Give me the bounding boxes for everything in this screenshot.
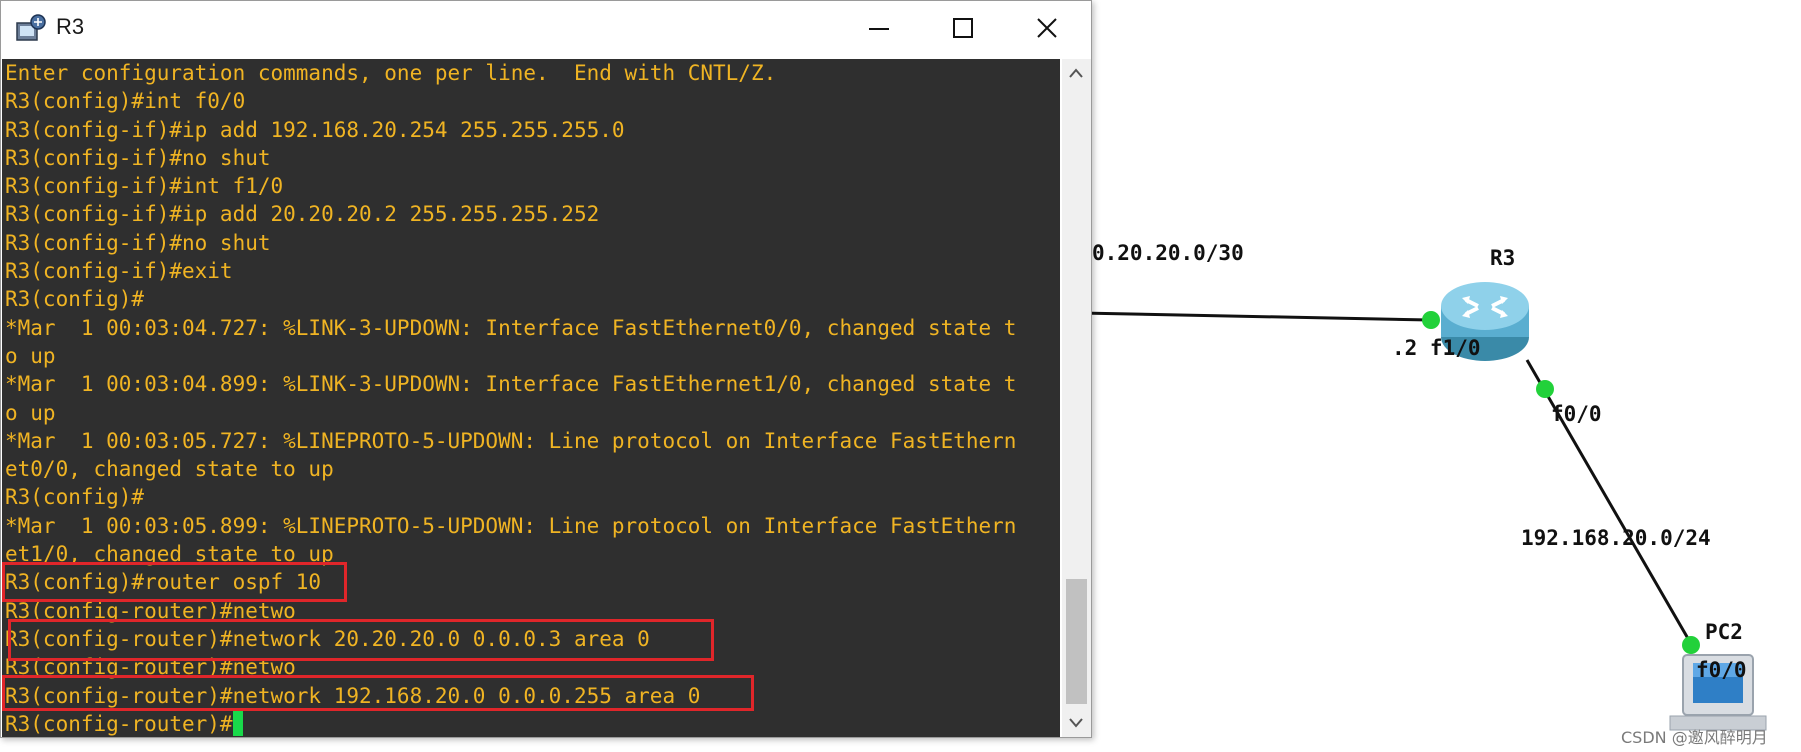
chevron-up-icon <box>1069 68 1083 78</box>
highlight-router-ospf <box>2 562 347 602</box>
port-r3-f0-0 <box>1536 380 1554 398</box>
link-r3-f1-0 <box>1079 311 1431 322</box>
link-label-192-168-20-0: 192.168.20.0/24 <box>1521 526 1711 550</box>
highlight-network-192 <box>2 675 754 711</box>
minimize-icon <box>869 28 889 30</box>
window-title: R3 <box>56 14 85 39</box>
router-interface-f0-label: f0/0 <box>1551 402 1602 426</box>
console-window: R3 Enter configuration commands, one per… <box>0 0 1092 738</box>
router-console-icon <box>16 14 46 41</box>
terminal-line: R3(config)# <box>5 287 145 312</box>
terminal-output[interactable]: Enter configuration commands, one per li… <box>2 59 1060 737</box>
close-button[interactable] <box>1005 1 1089 55</box>
router-interface-f1-label: .2 f1/0 <box>1392 336 1481 360</box>
terminal-line: *Mar 1 00:03:05.727: %LINEPROTO-5-UPDOWN… <box>5 428 1017 453</box>
terminal-line: et0/0, changed state to up <box>5 457 334 482</box>
terminal-line: R3(config-if)#no shut <box>5 230 271 255</box>
pc-name-label[interactable]: PC2 <box>1705 620 1743 644</box>
scroll-thumb[interactable] <box>1066 579 1087 704</box>
minimize-button[interactable] <box>837 1 921 55</box>
terminal-line: *Mar 1 00:03:04.727: %LINK-3-UPDOWN: Int… <box>5 315 1017 340</box>
terminal-line: *Mar 1 00:03:04.899: %LINK-3-UPDOWN: Int… <box>5 372 1017 397</box>
terminal-line: R3(config-if)#no shut <box>5 145 271 170</box>
link-label-20-20-20-0: 0.20.20.0/30 <box>1092 241 1244 265</box>
terminal-line: R3(config-router)# <box>2 710 1060 737</box>
maximize-icon <box>953 18 973 38</box>
terminal-line: *Mar 1 00:03:05.899: %LINEPROTO-5-UPDOWN… <box>5 513 1017 538</box>
title-bar[interactable]: R3 <box>1 1 1091 57</box>
scroll-up-button[interactable] <box>1062 59 1091 87</box>
pc-interface-label: f0/0 <box>1696 658 1747 682</box>
terminal-line: R3(config-if)#ip add 192.168.20.254 255.… <box>5 117 625 142</box>
chevron-down-icon <box>1069 718 1083 728</box>
terminal-line: o up <box>5 343 56 368</box>
terminal-line: o up <box>5 400 56 425</box>
vertical-scrollbar[interactable] <box>1062 59 1091 737</box>
port-r3-f1-0 <box>1422 311 1440 329</box>
router-name-label[interactable]: R3 <box>1490 246 1515 270</box>
watermark: CSDN @邀风醉明月 <box>1621 728 1768 747</box>
terminal-line: R3(config-if)#int f1/0 <box>5 174 284 199</box>
highlight-network-20 <box>8 619 714 661</box>
terminal-line: R3(config-if)#ip add 20.20.20.2 255.255.… <box>5 202 600 227</box>
close-icon <box>1037 18 1057 38</box>
terminal-line: R3(config-if)#exit <box>5 259 233 284</box>
scroll-down-button[interactable] <box>1062 709 1091 737</box>
text-cursor <box>232 710 243 736</box>
port-pc2-f0-0 <box>1682 636 1700 654</box>
terminal-line: R3(config)#int f0/0 <box>5 89 246 114</box>
terminal-line: R3(config)# <box>5 485 145 510</box>
terminal-line: Enter configuration commands, one per li… <box>5 61 777 85</box>
maximize-button[interactable] <box>921 1 1005 55</box>
